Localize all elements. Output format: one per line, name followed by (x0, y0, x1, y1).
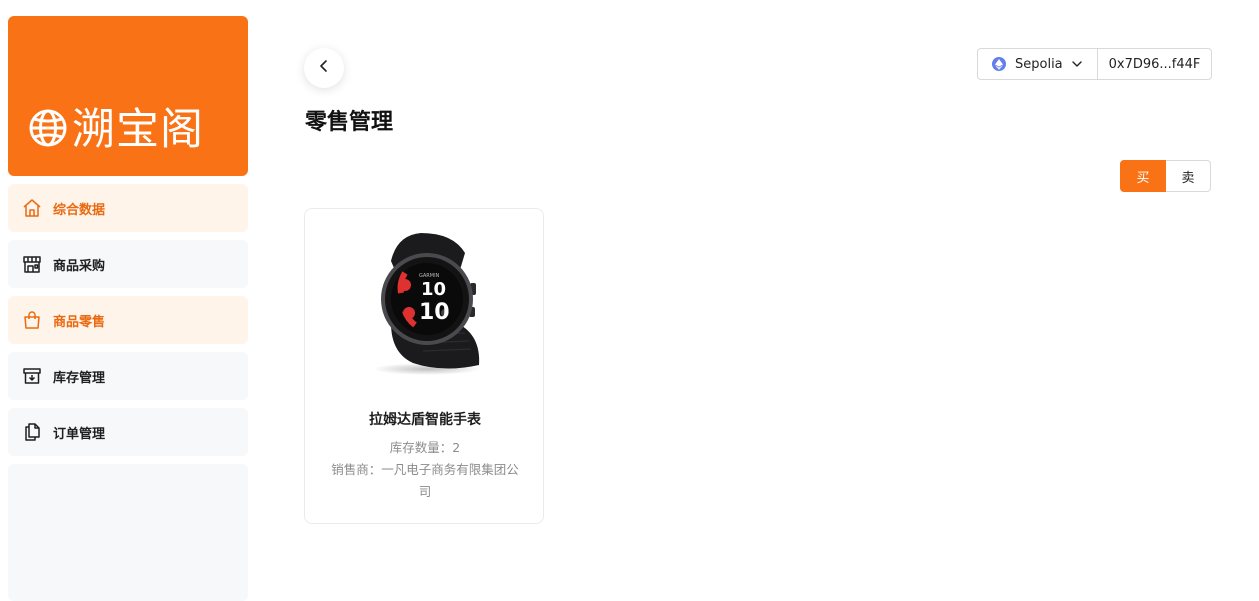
chevron-down-icon (1071, 55, 1083, 74)
buy-sell-toggle: 买 卖 (1120, 160, 1211, 192)
svg-text:10: 10 (419, 300, 450, 325)
sidebar-item-orders[interactable]: 订单管理 (8, 408, 248, 456)
product-seller: 销售商：一凡电子商务有限集团公司 (331, 462, 519, 499)
archive-box-icon (21, 365, 43, 387)
wallet-connector: Sepolia 0x7D96...f44F (977, 48, 1212, 80)
product-name: 拉姆达盾智能手表 (369, 412, 481, 428)
page-title: 零售管理 (305, 110, 394, 135)
sidebar-item-label: 商品采购 (53, 258, 106, 274)
copy-documents-icon (21, 421, 43, 443)
sidebar-empty-panel (8, 464, 248, 601)
chevron-left-icon (316, 58, 332, 78)
home-icon (21, 197, 43, 219)
store-icon (21, 253, 43, 275)
wallet-address-button[interactable]: 0x7D96...f44F (1098, 49, 1211, 79)
buy-tab[interactable]: 买 (1120, 160, 1166, 192)
sidebar-item-purchase[interactable]: 商品采购 (8, 240, 248, 288)
product-stock: 库存数量：2 (389, 440, 461, 455)
smartwatch-image: 10 10 GARMIN (361, 227, 489, 377)
svg-text:GARMIN: GARMIN (419, 273, 440, 279)
network-name: Sepolia (1015, 56, 1063, 72)
shopping-bag-icon (21, 309, 43, 331)
ethereum-icon (992, 57, 1006, 71)
sell-tab[interactable]: 卖 (1166, 160, 1211, 192)
svg-text:10: 10 (421, 279, 446, 300)
sidebar-item-overview[interactable]: 综合数据 (8, 184, 248, 232)
sidebar: 溯宝阁 综合数据 商品采购 商品零售 库存管理 订单管理 (8, 16, 248, 601)
sidebar-item-label: 综合数据 (53, 202, 106, 218)
network-selector[interactable]: Sepolia (978, 49, 1098, 79)
sidebar-item-label: 库存管理 (53, 370, 106, 386)
sidebar-item-retail[interactable]: 商品零售 (8, 296, 248, 344)
sidebar-item-label: 商品零售 (53, 314, 106, 330)
brand-name: 溯宝阁 (72, 104, 204, 155)
product-card[interactable]: 10 10 GARMIN 拉姆达盾智能手表 库存数量：2 销售商：一凡电子商务有… (304, 208, 544, 524)
back-button[interactable] (304, 48, 344, 88)
globe-icon (28, 108, 68, 152)
brand-logo[interactable]: 溯宝阁 (8, 16, 248, 176)
sidebar-item-label: 订单管理 (53, 426, 106, 442)
sidebar-item-inventory[interactable]: 库存管理 (8, 352, 248, 400)
